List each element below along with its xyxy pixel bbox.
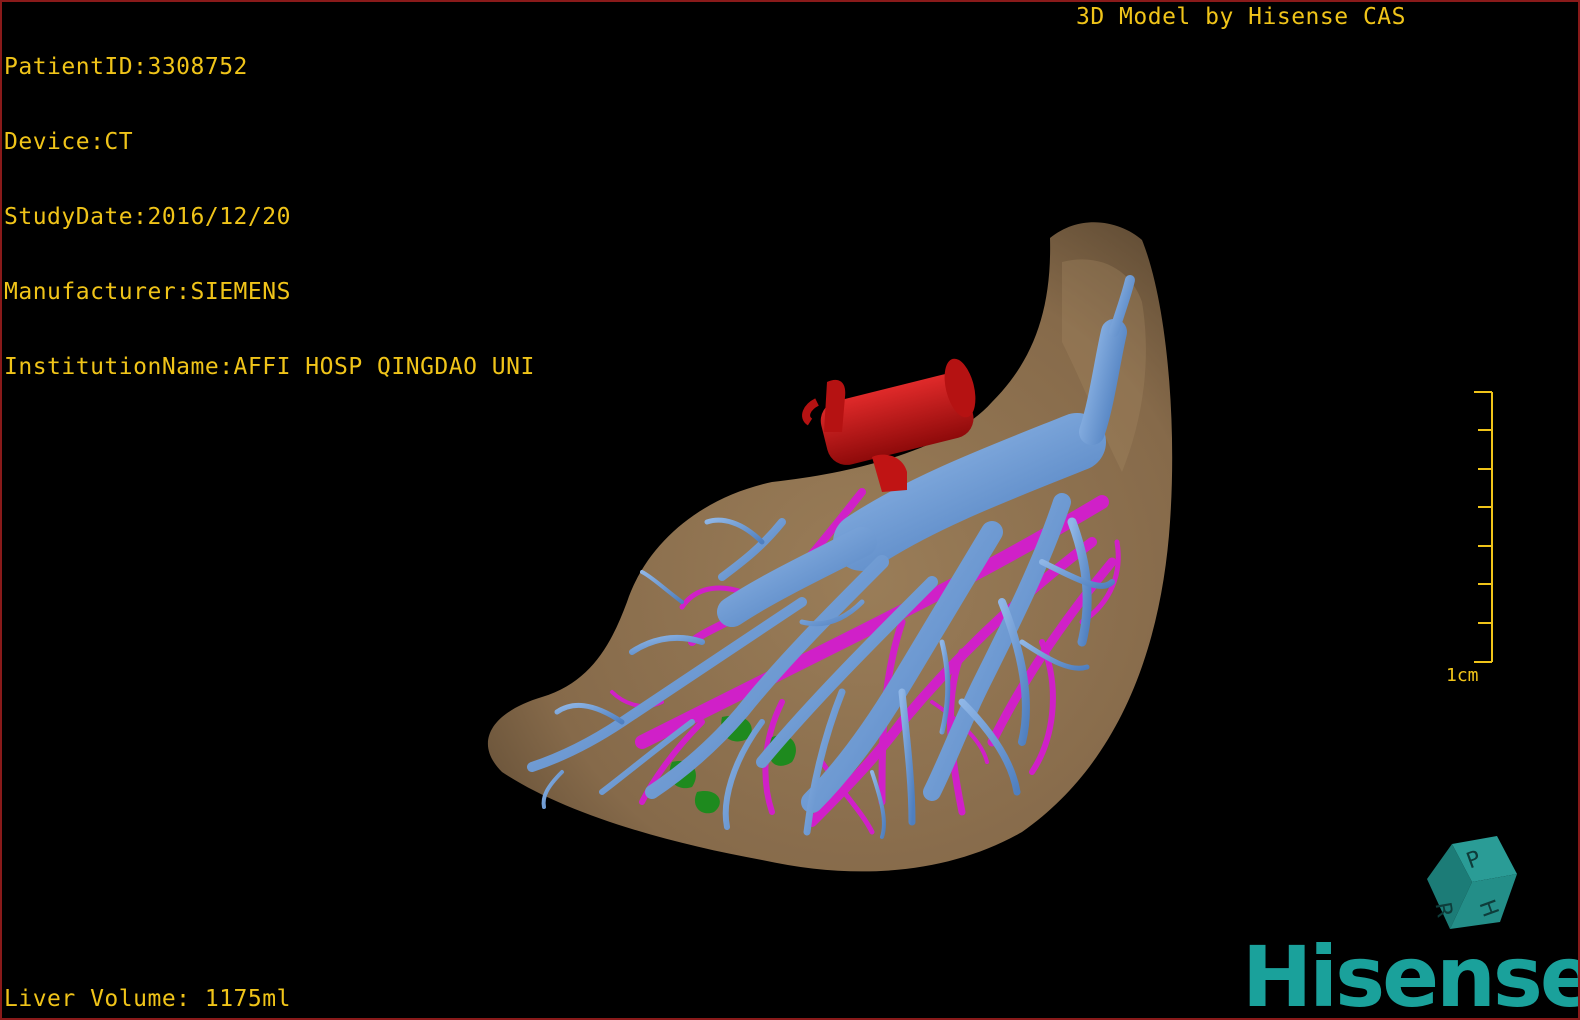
liver-3d-model[interactable] xyxy=(2,2,1578,1018)
scale-bar xyxy=(1474,391,1493,663)
liver-volume-text: Liver Volume: 1175ml xyxy=(4,986,291,1012)
hisense-logo: Hisense xyxy=(1242,928,1580,1020)
scale-bar-label: 1cm xyxy=(1446,665,1479,686)
orientation-cube-icon[interactable]: P H R xyxy=(1422,834,1522,934)
3d-viewport[interactable]: PatientID:3308752 Device:CT StudyDate:20… xyxy=(0,0,1580,1020)
